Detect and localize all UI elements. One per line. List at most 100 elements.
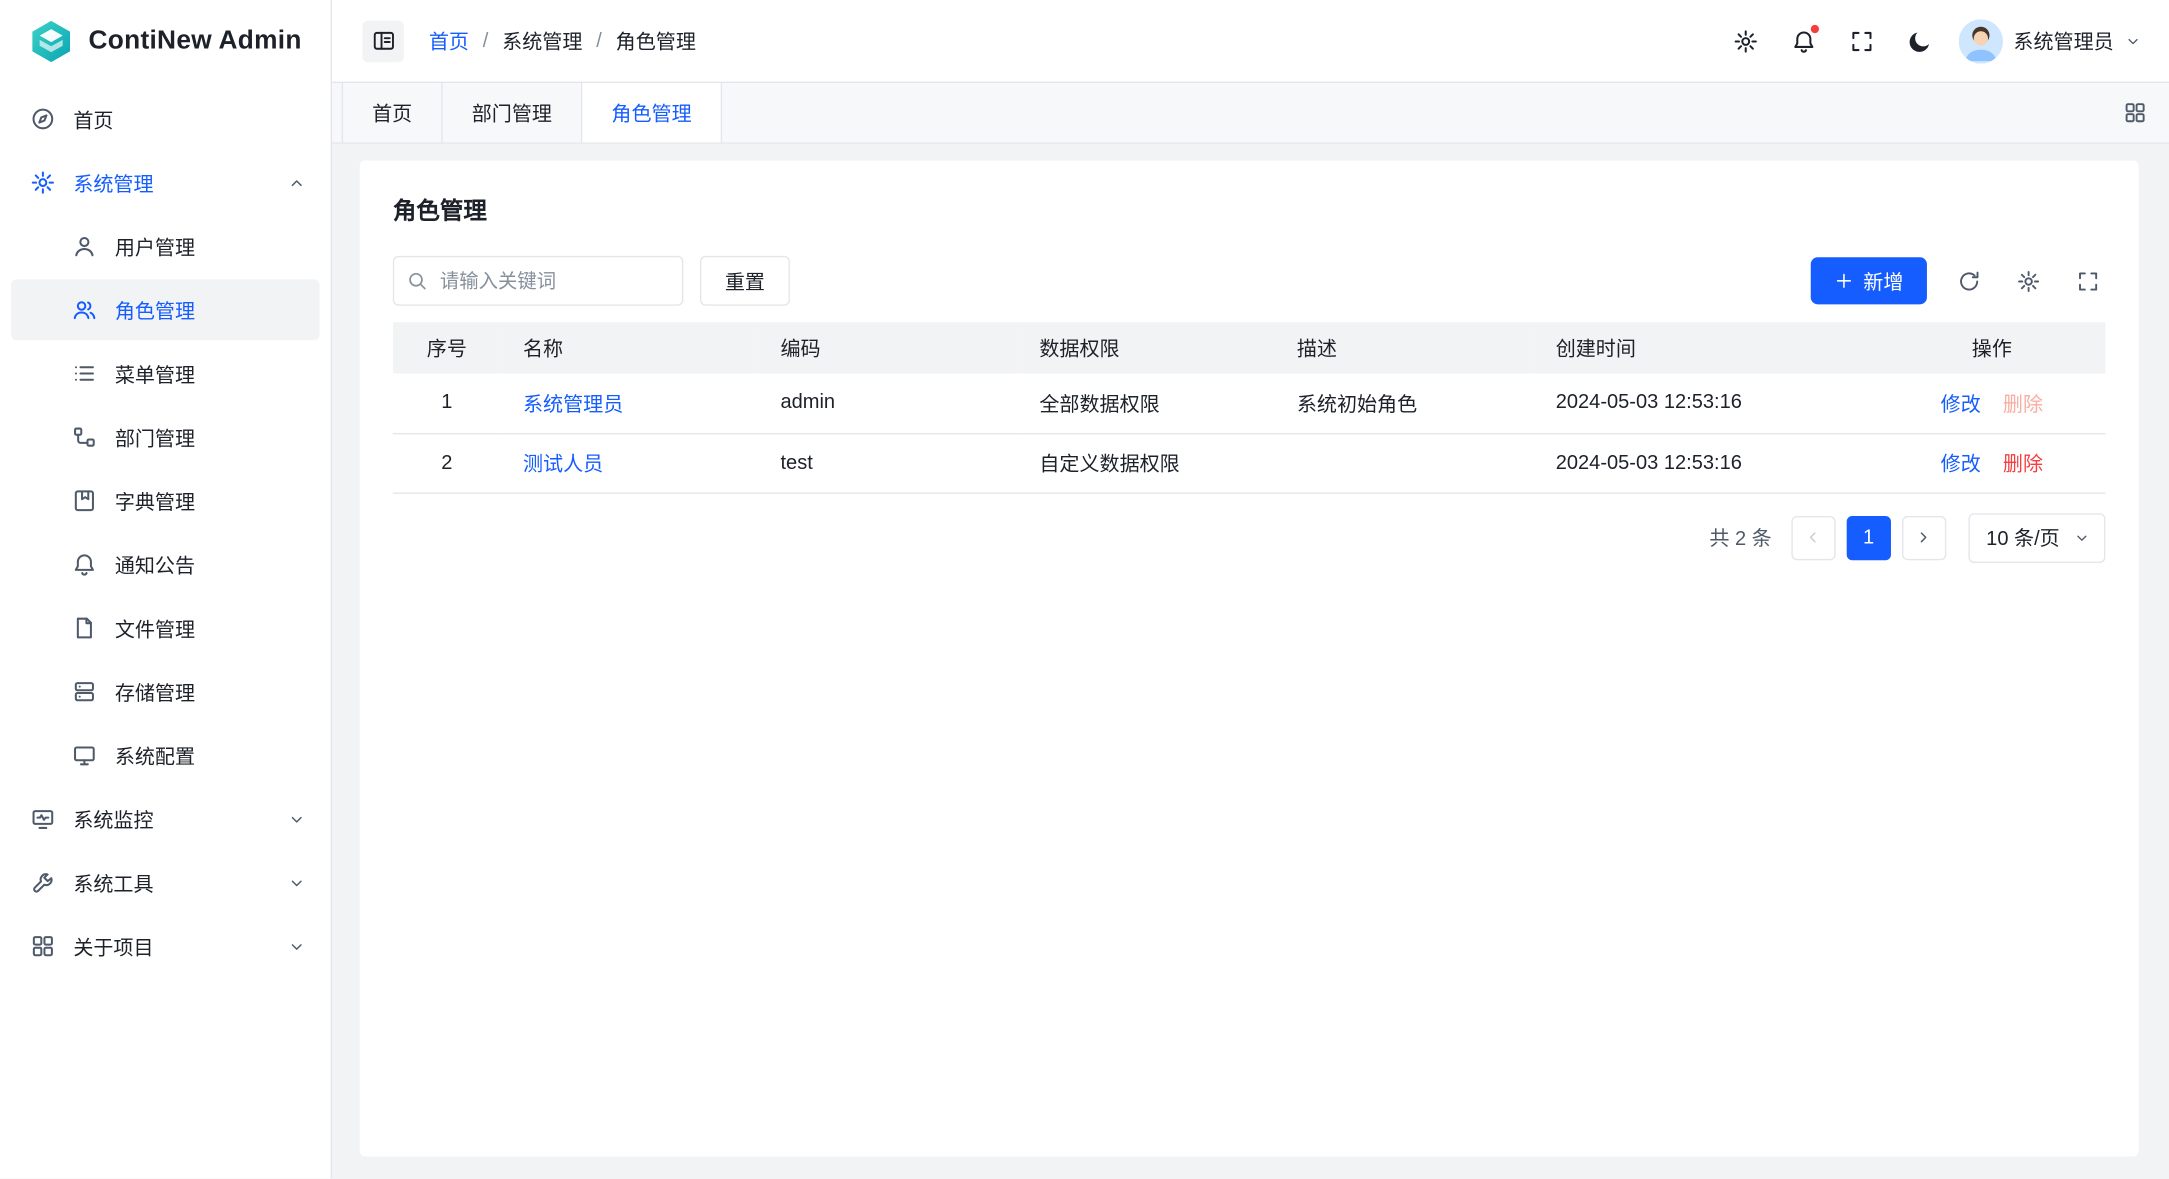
sidebar-item-dict-management[interactable]: 字典管理	[11, 470, 319, 531]
search-input[interactable]	[393, 256, 683, 306]
gear-icon	[1733, 28, 1758, 53]
user-icon	[72, 234, 97, 259]
sidebar-item-menu-management[interactable]: 菜单管理	[11, 343, 319, 404]
chevron-left-icon	[1804, 528, 1822, 546]
next-page-button[interactable]	[1902, 515, 1946, 559]
chevron-down-icon	[288, 810, 306, 828]
sidebar-item-system-monitor[interactable]: 系统监控	[11, 788, 319, 849]
table-row: 2测试人员test自定义数据权限2024-05-03 12:53:16修改删除	[393, 433, 2106, 492]
users-icon	[72, 297, 97, 322]
breadcrumb-item: 系统管理	[502, 26, 582, 55]
chevron-down-icon	[288, 937, 306, 955]
monitor-icon	[30, 806, 55, 831]
breadcrumb: 首页/系统管理/角色管理	[429, 26, 696, 55]
sidebar-item-file-management[interactable]: 文件管理	[11, 598, 319, 659]
user-menu[interactable]: 系统管理员	[1958, 19, 2141, 63]
compass-icon	[30, 107, 55, 132]
sidebar-item-about-project[interactable]: 关于项目	[11, 916, 319, 977]
column-header-dataScope: 数据权限	[1017, 322, 1274, 373]
gear-icon	[30, 170, 55, 195]
chevron-down-icon	[288, 874, 306, 892]
gear-icon	[2017, 269, 2041, 293]
avatar	[1958, 19, 2002, 63]
role-name-link[interactable]: 系统管理员	[523, 394, 623, 416]
cell-description	[1275, 433, 1534, 492]
app-logo-icon	[28, 18, 75, 65]
grid-icon	[30, 934, 55, 959]
chevron-down-icon	[2074, 529, 2091, 546]
search-box	[393, 256, 683, 306]
app-window: ContiNew Admin 首页系统管理用户管理角色管理菜单管理部门管理字典管…	[0, 0, 2169, 1179]
fullscreen-button[interactable]	[1839, 19, 1883, 63]
sidebar-item-home[interactable]: 首页	[11, 89, 319, 150]
cell-data-scope: 自定义数据权限	[1017, 433, 1274, 492]
plus-icon	[1834, 271, 1853, 290]
sidebar-item-system-management[interactable]: 系统管理	[11, 152, 319, 213]
pagination: 共 2 条 1 10 条/页	[393, 513, 2106, 563]
notification-dot	[1810, 24, 1818, 32]
cell-name: 系统管理员	[501, 373, 758, 432]
header: 首页/系统管理/角色管理 系统管理员	[332, 0, 2169, 83]
prev-page-button	[1791, 515, 1835, 559]
sidebar-item-dept-management[interactable]: 部门管理	[11, 407, 319, 468]
storage-icon	[72, 679, 97, 704]
header-actions	[1723, 19, 1942, 63]
delete-link[interactable]: 删除	[2003, 454, 2043, 476]
settings-button[interactable]	[1723, 19, 1767, 63]
sidebar-item-role-management[interactable]: 角色管理	[11, 279, 319, 340]
list-icon	[72, 361, 97, 386]
fullscreen-icon	[2076, 269, 2100, 293]
column-header-actions: 操作	[1878, 322, 2105, 373]
sidebar-item-user-management[interactable]: 用户管理	[11, 216, 319, 277]
sidebar: ContiNew Admin 首页系统管理用户管理角色管理菜单管理部门管理字典管…	[0, 0, 332, 1179]
add-button-label: 新增	[1863, 266, 1903, 295]
cell-index: 1	[393, 373, 501, 432]
reset-button[interactable]: 重置	[700, 256, 790, 306]
tree-icon	[72, 425, 97, 450]
page-size-select[interactable]: 10 条/页	[1968, 513, 2105, 563]
add-button[interactable]: 新增	[1811, 257, 1927, 304]
sidebar-item-system-config[interactable]: 系统配置	[11, 725, 319, 786]
panel-left-icon	[371, 29, 395, 53]
tab-role-management[interactable]: 角色管理	[582, 83, 722, 142]
table-fullscreen-button[interactable]	[2071, 264, 2106, 299]
page-size-value: 10 条/页	[1986, 523, 2060, 552]
table-header-row: 序号名称编码数据权限描述创建时间操作	[393, 322, 2106, 373]
cell-data-scope: 全部数据权限	[1017, 373, 1274, 432]
cell-description: 系统初始角色	[1275, 373, 1534, 432]
sidebar-item-storage-management[interactable]: 存储管理	[11, 661, 319, 722]
table-row: 1系统管理员admin全部数据权限系统初始角色2024-05-03 12:53:…	[393, 373, 2106, 432]
column-header-code: 编码	[758, 322, 1017, 373]
tab-home[interactable]: 首页	[342, 83, 443, 142]
edit-link[interactable]: 修改	[1941, 454, 1981, 476]
roles-table: 序号名称编码数据权限描述创建时间操作 1 系统管理员 admin全部数据权限系统初始…	[393, 322, 2106, 493]
breadcrumb-separator: /	[596, 30, 602, 52]
sidebar-item-notice[interactable]: 通知公告	[11, 534, 319, 595]
collapse-sidebar-button[interactable]	[362, 20, 403, 61]
table-toolbar: 重置 新增	[393, 256, 2106, 306]
refresh-button[interactable]	[1952, 264, 1987, 299]
desktop-icon	[72, 743, 97, 768]
dict-icon	[72, 488, 97, 513]
cell-actions: 修改删除	[1878, 373, 2105, 432]
tab-overview-icon[interactable]	[2123, 101, 2147, 125]
main-column: 首页/系统管理/角色管理 系统管理员 首页部门管理角色管理 角色管理	[332, 0, 2169, 1179]
role-name-link[interactable]: 测试人员	[523, 454, 603, 476]
expand-icon	[1849, 28, 1874, 53]
dark-mode-button[interactable]	[1897, 19, 1941, 63]
tab-dept-management[interactable]: 部门管理	[443, 83, 583, 142]
page-1-button[interactable]: 1	[1846, 515, 1890, 559]
edit-link[interactable]: 修改	[1941, 394, 1981, 416]
file-icon	[72, 616, 97, 641]
role-management-card: 角色管理 重置 新增	[360, 160, 2139, 1156]
refresh-icon	[1957, 269, 1981, 293]
cell-code: admin	[758, 373, 1017, 432]
notifications-button[interactable]	[1781, 19, 1825, 63]
bell-icon	[72, 552, 97, 577]
chevron-right-icon	[1915, 528, 1933, 546]
table-settings-button[interactable]	[2011, 264, 2046, 299]
cell-code: test	[758, 433, 1017, 492]
cell-actions: 修改删除	[1878, 433, 2105, 492]
breadcrumb-item[interactable]: 首页	[429, 26, 469, 55]
sidebar-item-system-tools[interactable]: 系统工具	[11, 852, 319, 913]
